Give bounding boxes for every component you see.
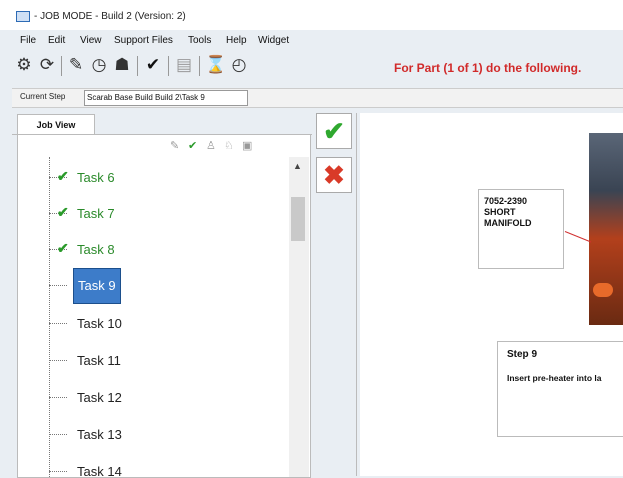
tree-branch bbox=[49, 360, 67, 361]
instruction-panel: 7052-2390 SHORT MANIFOLD Step 9 Insert p… bbox=[360, 113, 623, 476]
scroll-thumb[interactable] bbox=[291, 197, 305, 241]
tree-item-label: Task 14 bbox=[77, 464, 122, 477]
menu-help[interactable]: Help bbox=[226, 35, 247, 46]
tree-item-label: Task 7 bbox=[77, 206, 115, 221]
tree-item-label: Task 8 bbox=[77, 242, 115, 257]
user-tool-icon[interactable]: ♙ bbox=[206, 139, 216, 152]
current-step-field[interactable]: Scarab Base Build Build 2\Task 9 bbox=[84, 90, 248, 106]
step-title: Step 9 bbox=[507, 349, 538, 360]
panel-divider bbox=[356, 113, 357, 476]
edit-icon[interactable]: ✎ bbox=[66, 55, 86, 75]
toolbar-separator bbox=[199, 56, 200, 76]
check-circle-icon[interactable]: ✔ bbox=[143, 55, 163, 75]
tree-branch bbox=[49, 471, 67, 472]
menu-file[interactable]: File bbox=[20, 35, 36, 46]
task-tree: ✔ Task 6 ✔ Task 7 ✔ Task 8 Task 9 Task 1… bbox=[18, 157, 288, 477]
job-tree-panel: ✎ ✔ ♙ ♘ ▣ ✔ Task 6 ✔ Task 7 ✔ Task 8 Tas… bbox=[17, 134, 311, 478]
tree-scrollbar[interactable]: ▲ bbox=[289, 157, 309, 477]
green-check-icon: ✔ bbox=[323, 115, 345, 146]
checkmark-icon: ✔ bbox=[57, 204, 69, 220]
menu-tools[interactable]: Tools bbox=[188, 35, 211, 46]
gear-icon[interactable]: ⚙ bbox=[14, 55, 34, 75]
current-step-bar: Current Step Scarab Base Build Build 2\T… bbox=[12, 88, 623, 108]
timer-icon[interactable]: ◴ bbox=[229, 55, 249, 75]
document-icon[interactable]: ▤ bbox=[174, 55, 194, 75]
step-description: Insert pre-heater into la bbox=[507, 373, 602, 383]
red-x-icon: ✖ bbox=[323, 159, 345, 190]
toolbar-separator bbox=[61, 56, 62, 76]
current-step-label: Current Step bbox=[20, 92, 66, 101]
tree-branch bbox=[49, 285, 67, 286]
photo-detail bbox=[593, 283, 613, 297]
refresh-icon[interactable]: ⟳ bbox=[37, 55, 57, 75]
user-icon[interactable]: ☗ bbox=[112, 55, 132, 75]
tree-item-label: Task 6 bbox=[77, 170, 115, 185]
approve-button[interactable]: ✔ bbox=[316, 113, 352, 149]
part-photo bbox=[589, 133, 623, 325]
tab-strip: Job View bbox=[12, 114, 312, 135]
reject-button[interactable]: ✖ bbox=[316, 157, 352, 193]
hourglass-icon[interactable]: ⌛ bbox=[205, 55, 226, 75]
callout-leader bbox=[564, 231, 592, 243]
scroll-up-icon[interactable]: ▲ bbox=[293, 161, 302, 171]
title-bar: - JOB MODE - Build 2 (Version: 2) bbox=[0, 0, 623, 30]
clock-icon[interactable]: ◷ bbox=[89, 55, 109, 75]
menu-edit[interactable]: Edit bbox=[48, 35, 65, 46]
part-instruction: For Part (1 of 1) do the following. bbox=[394, 61, 582, 75]
menu-support-files[interactable]: Support Files bbox=[114, 35, 173, 46]
people-icon[interactable]: ♘ bbox=[224, 139, 234, 152]
tree-branch bbox=[49, 397, 67, 398]
step-box: Step 9 Insert pre-heater into la bbox=[497, 341, 623, 437]
link-icon[interactable]: ✎ bbox=[170, 139, 179, 152]
toolbar-separator bbox=[168, 56, 169, 76]
checkmark-icon: ✔ bbox=[57, 168, 69, 184]
tree-item-label: Task 9 bbox=[73, 268, 121, 304]
tree-item-label: Task 10 bbox=[77, 316, 122, 331]
clipboard-icon[interactable]: ▣ bbox=[242, 139, 252, 152]
app-icon bbox=[16, 11, 30, 22]
tree-branch bbox=[49, 323, 67, 324]
menu-view[interactable]: View bbox=[80, 35, 102, 46]
window-title: - JOB MODE - Build 2 (Version: 2) bbox=[34, 11, 186, 22]
menu-widget[interactable]: Widget bbox=[258, 35, 289, 46]
check-icon[interactable]: ✔ bbox=[188, 139, 197, 152]
menu-bar: File Edit View Support Files Tools Help … bbox=[0, 33, 623, 49]
tree-branch bbox=[49, 434, 67, 435]
callout-text: 7052-2390 SHORT MANIFOLD bbox=[484, 196, 532, 228]
part-callout: 7052-2390 SHORT MANIFOLD bbox=[478, 189, 564, 269]
tree-connector bbox=[49, 157, 51, 477]
checkmark-icon: ✔ bbox=[57, 240, 69, 256]
tree-item-label: Task 13 bbox=[77, 427, 122, 442]
tree-item-label: Task 11 bbox=[77, 353, 121, 368]
tree-item-label: Task 12 bbox=[77, 390, 122, 405]
toolbar-separator bbox=[137, 56, 138, 76]
tab-job-view[interactable]: Job View bbox=[17, 114, 95, 135]
